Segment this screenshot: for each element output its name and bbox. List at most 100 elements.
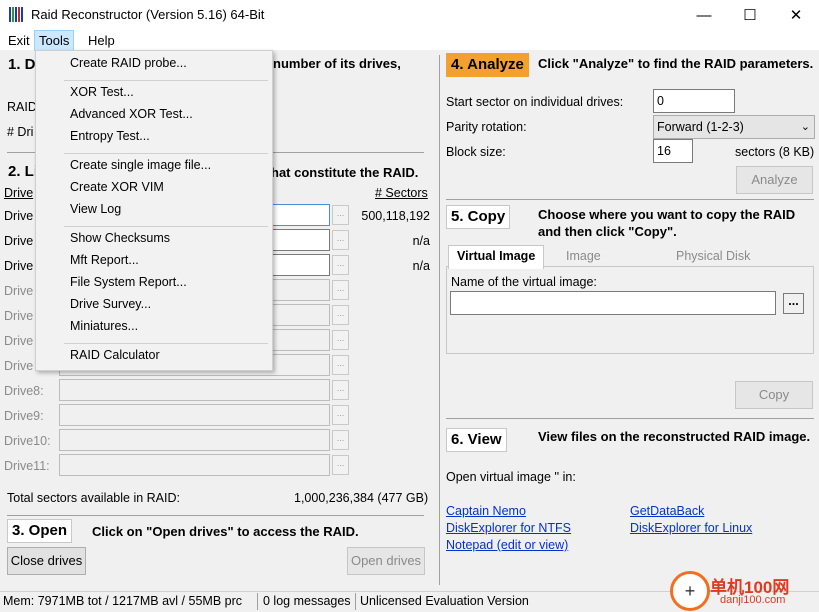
tab-image[interactable]: Image (566, 246, 601, 267)
memory-status: Mem: 7971MB tot / 1217MB avl / 55MB prc (3, 594, 242, 608)
total-sectors-value: 1,000,236,384 (477 GB) (294, 491, 429, 505)
tools-dropdown-menu: Create RAID probe... XOR Test... Advance… (35, 50, 273, 371)
parity-rotation-label: Parity rotation: (446, 120, 527, 134)
chevron-down-icon: ⌄ (800, 121, 810, 133)
drive-browse-button[interactable]: ... (332, 305, 349, 325)
divider (7, 515, 424, 516)
menu-separator (64, 153, 268, 154)
link-getdataback[interactable]: GetDataBack (630, 504, 704, 518)
drive-count-label: # Dri (7, 125, 34, 139)
step1-text: number of its drives, (273, 56, 401, 71)
drive-browse-button[interactable]: ... (332, 405, 349, 425)
menu-separator (64, 226, 268, 227)
menu-item-file-system-report[interactable]: File System Report... (70, 275, 187, 289)
drive-browse-button[interactable]: ... (332, 280, 349, 300)
tab-physical-disk[interactable]: Physical Disk (676, 246, 750, 267)
menu-item-drive-survey[interactable]: Drive Survey... (70, 297, 151, 311)
menu-item-raid-calculator[interactable]: RAID Calculator (70, 348, 160, 362)
virtual-image-name-input[interactable] (450, 291, 776, 315)
tab-virtual-image[interactable]: Virtual Image (448, 245, 545, 269)
watermark-url: danji100.com (720, 594, 786, 606)
link-diskexplorer-linux[interactable]: DiskExplorer for Linux (630, 521, 752, 535)
block-size-input[interactable]: 16 (653, 139, 693, 163)
drive-path-input[interactable] (59, 379, 330, 401)
drive-label: Drive (4, 209, 34, 223)
drive-sectors-value: n/a (412, 234, 430, 248)
parity-rotation-select[interactable]: Forward (1-2-3) ⌄ (653, 115, 815, 139)
link-diskexplorer-ntfs[interactable]: DiskExplorer for NTFS (446, 521, 571, 535)
step4-text: Click "Analyze" to find the RAID paramet… (538, 56, 814, 71)
menu-separator (64, 343, 268, 344)
drive-browse-button[interactable]: ... (332, 230, 349, 250)
maximize-button[interactable]: ☐ (727, 0, 773, 30)
drive-label: Drive (4, 334, 34, 348)
menu-item-advanced-xor-test[interactable]: Advanced XOR Test... (70, 107, 193, 121)
step5-header: 5. Copy (446, 205, 511, 229)
drive-path-input[interactable] (59, 429, 330, 451)
close-button[interactable]: ✕ (773, 0, 819, 30)
menu-item-entropy-test[interactable]: Entropy Test... (70, 129, 150, 143)
menu-item-show-checksums[interactable]: Show Checksums (70, 231, 170, 245)
divider (446, 199, 814, 200)
drive-browse-button[interactable]: ... (332, 355, 349, 375)
raid-type-label: RAID (7, 100, 37, 114)
drive-label: Drive10: (4, 434, 51, 448)
step2-header: 2. Li (8, 163, 39, 180)
analyze-button[interactable]: Analyze (736, 166, 813, 194)
menu-bar (0, 30, 819, 50)
license-status: Unlicensed Evaluation Version (360, 594, 529, 608)
drive-browse-button[interactable]: ... (332, 205, 349, 225)
open-virtual-image-label: Open virtual image '' in: (446, 470, 576, 484)
drive-path-input[interactable] (59, 404, 330, 426)
sectors-column-header: # Sectors (375, 186, 428, 200)
menu-exit[interactable]: Exit (4, 31, 34, 50)
menu-separator (64, 80, 268, 81)
drive-browse-button[interactable]: ... (332, 455, 349, 475)
menu-item-xor-test[interactable]: XOR Test... (70, 85, 134, 99)
panel-divider (439, 55, 440, 585)
minimize-button[interactable]: — (681, 0, 727, 30)
menu-item-create-xor-vim[interactable]: Create XOR VIM (70, 180, 164, 194)
close-drives-button[interactable]: Close drives (7, 547, 86, 575)
start-sector-input[interactable]: 0 (653, 89, 735, 113)
window-title: Raid Reconstructor (Version 5.16) 64-Bit (31, 7, 265, 22)
status-divider (355, 593, 356, 610)
menu-tools[interactable]: Tools (34, 30, 75, 51)
watermark-logo-icon: + (670, 571, 710, 611)
log-status: 0 log messages (263, 594, 351, 608)
menu-item-miniatures[interactable]: Miniatures... (70, 319, 138, 333)
virtual-image-browse-button[interactable]: ... (783, 293, 804, 314)
menu-item-create-raid-probe[interactable]: Create RAID probe... (70, 56, 187, 70)
block-size-label: Block size: (446, 145, 506, 159)
link-notepad[interactable]: Notepad (edit or view) (446, 538, 568, 552)
menu-item-create-single-image[interactable]: Create single image file... (70, 158, 211, 172)
link-captain-nemo[interactable]: Captain Nemo (446, 504, 526, 518)
menu-item-view-log[interactable]: View Log (70, 202, 121, 216)
drive-label: Drive8: (4, 384, 44, 398)
menu-help[interactable]: Help (84, 31, 119, 50)
block-size-unit: sectors (8 KB) (735, 145, 815, 159)
virtual-image-name-label: Name of the virtual image: (451, 275, 597, 289)
drive-label: Drive11: (4, 459, 50, 473)
step6-header: 6. View (446, 428, 507, 452)
app-icon (9, 7, 23, 22)
drive-browse-button[interactable]: ... (332, 330, 349, 350)
drive-column-header: Drive (4, 186, 34, 200)
drive-sectors-value: n/a (412, 259, 430, 273)
drive-label: Drive (4, 259, 34, 273)
copy-button[interactable]: Copy (735, 381, 813, 409)
drive-label: Drive (4, 284, 34, 298)
drive-browse-button[interactable]: ... (332, 380, 349, 400)
step5-text-1: Choose where you want to copy the RAID (538, 207, 796, 222)
divider (446, 418, 814, 419)
step5-text-2: and then click "Copy". (538, 224, 677, 239)
drive-path-input[interactable] (59, 454, 330, 476)
drive-browse-button[interactable]: ... (332, 430, 349, 450)
menu-item-mft-report[interactable]: Mft Report... (70, 253, 139, 267)
open-drives-button[interactable]: Open drives (347, 547, 425, 575)
drive-browse-button[interactable]: ... (332, 255, 349, 275)
step6-text: View files on the reconstructed RAID ima… (538, 429, 811, 444)
drive-label: Drive (4, 309, 34, 323)
parity-rotation-value: Forward (1-2-3) (657, 120, 744, 134)
step3-text: Click on "Open drives" to access the RAI… (92, 524, 359, 539)
